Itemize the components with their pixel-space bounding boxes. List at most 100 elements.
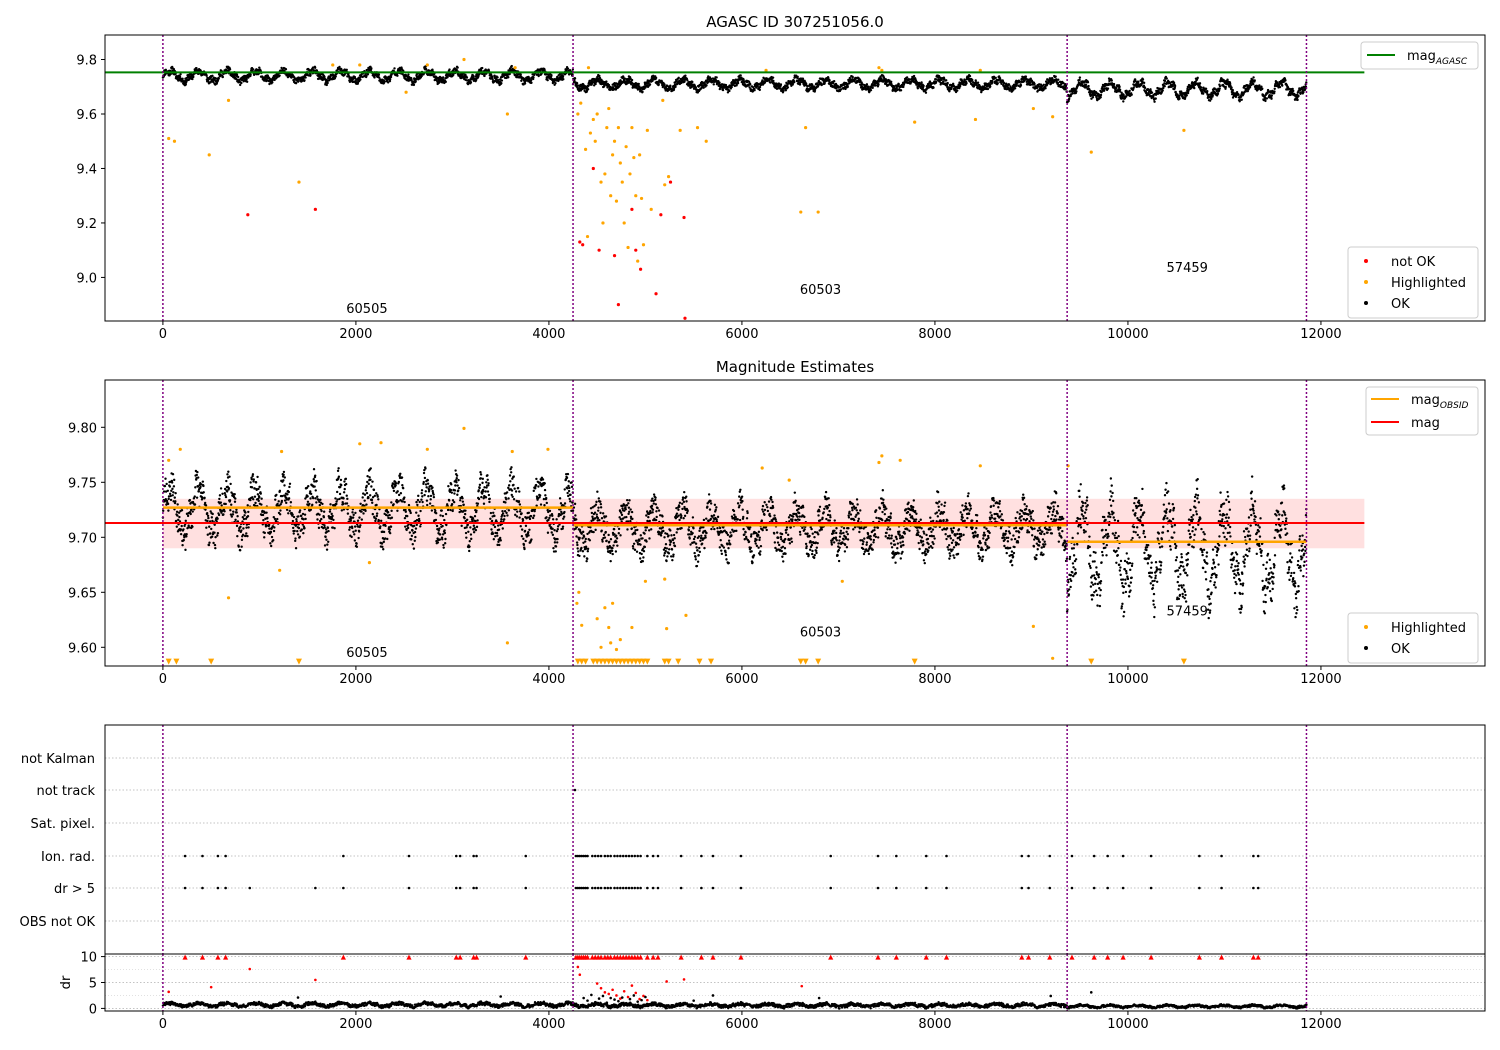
ok-point: [282, 470, 286, 474]
ok-point: [230, 503, 233, 506]
ok-point: [1178, 97, 1181, 100]
ok-point: [195, 473, 198, 477]
ok-point: [379, 525, 382, 528]
ok-point: [406, 514, 409, 518]
ok-point: [594, 82, 597, 86]
ok-point: [307, 484, 310, 488]
highlighted-point: [663, 183, 667, 187]
not-ok-point: [634, 248, 638, 252]
ok-point: [1056, 81, 1060, 85]
ok-point: [839, 88, 843, 91]
ok-point: [1130, 93, 1133, 96]
ok-point: [423, 493, 426, 497]
highlighted-point: [1182, 128, 1186, 132]
ok-point: [324, 535, 327, 539]
ok-point: [415, 511, 418, 514]
ok-point: [365, 484, 368, 488]
ok-point: [796, 75, 799, 79]
highlighted-point: [1051, 115, 1055, 119]
highlighted-point: [167, 136, 171, 141]
ok-point: [374, 517, 378, 520]
ok-point: [907, 78, 911, 81]
not-ok-point: [630, 207, 634, 211]
ok-point: [554, 82, 557, 85]
ok-point: [366, 73, 370, 76]
ok-point: [210, 535, 214, 538]
ok-point: [225, 490, 229, 493]
ok-point: [1137, 80, 1140, 84]
ok-point: [309, 497, 312, 500]
ok-point: [1141, 78, 1145, 81]
ok-point: [1054, 75, 1057, 78]
ok-point: [176, 503, 179, 506]
ok-point: [573, 77, 577, 80]
ok-point: [295, 518, 298, 521]
highlighted-point: [579, 101, 583, 105]
ok-point: [382, 540, 385, 544]
ok-point: [426, 503, 429, 507]
ok-point: [1202, 92, 1205, 95]
ok-point: [874, 84, 877, 87]
ok-point: [312, 468, 316, 471]
legend-marker: [1364, 259, 1368, 263]
ok-point: [390, 501, 393, 504]
ok-point: [1071, 92, 1074, 95]
ok-point: [1253, 79, 1256, 82]
ok-point: [779, 83, 783, 86]
highlighted-point: [425, 63, 429, 67]
ok-point: [546, 78, 549, 82]
ok-point: [426, 482, 430, 485]
highlighted-point: [601, 221, 605, 225]
y-tick-label: 9.2: [76, 217, 97, 232]
ok-point: [739, 74, 742, 77]
ok-point: [912, 74, 916, 78]
ok-point: [247, 526, 250, 529]
ok-point: [365, 503, 368, 506]
ok-point: [399, 472, 402, 475]
ok-point: [623, 77, 627, 80]
ok-point: [193, 503, 197, 506]
x-tick-label: 2000: [339, 327, 372, 342]
ok-point: [899, 89, 903, 92]
ok-point: [371, 480, 374, 483]
ok-point: [207, 543, 211, 547]
ok-point: [309, 492, 313, 496]
highlighted-point: [913, 120, 917, 124]
ok-point: [1264, 99, 1267, 103]
highlighted-point: [628, 172, 632, 176]
ok-point: [986, 87, 990, 91]
x-tick-label: 10000: [1107, 327, 1148, 342]
ok-point: [730, 85, 733, 89]
ok-point: [243, 514, 246, 517]
ok-point: [1128, 89, 1131, 93]
ok-point: [351, 526, 354, 530]
ok-point: [181, 543, 184, 547]
ok-point: [1185, 93, 1188, 97]
ok-point: [334, 497, 337, 500]
ok-point: [793, 80, 796, 84]
ok-point: [375, 512, 379, 515]
ok-point: [377, 498, 380, 501]
ok-point: [417, 514, 420, 517]
not-ok-point: [659, 213, 663, 217]
highlighted-point: [297, 180, 301, 184]
ok-point: [384, 537, 387, 540]
ok-point: [287, 497, 291, 500]
highlighted-point: [226, 98, 231, 102]
ok-point: [1019, 84, 1023, 87]
ok-point: [297, 515, 300, 518]
figure: AGASC ID 307251056.06050560503574590 2000…: [20, 13, 1486, 1032]
ok-point: [320, 509, 323, 513]
ok-point: [229, 509, 232, 512]
ok-point: [772, 79, 775, 83]
ok-point: [381, 545, 384, 549]
ok-point: [334, 75, 337, 78]
ok-point: [1231, 88, 1234, 92]
ok-point: [326, 526, 330, 530]
ok-point: [184, 519, 187, 523]
ok-point: [1057, 78, 1060, 81]
ok-point: [272, 529, 276, 533]
ok-point: [284, 68, 288, 71]
ok-point: [641, 90, 644, 94]
ok-point: [253, 495, 257, 498]
